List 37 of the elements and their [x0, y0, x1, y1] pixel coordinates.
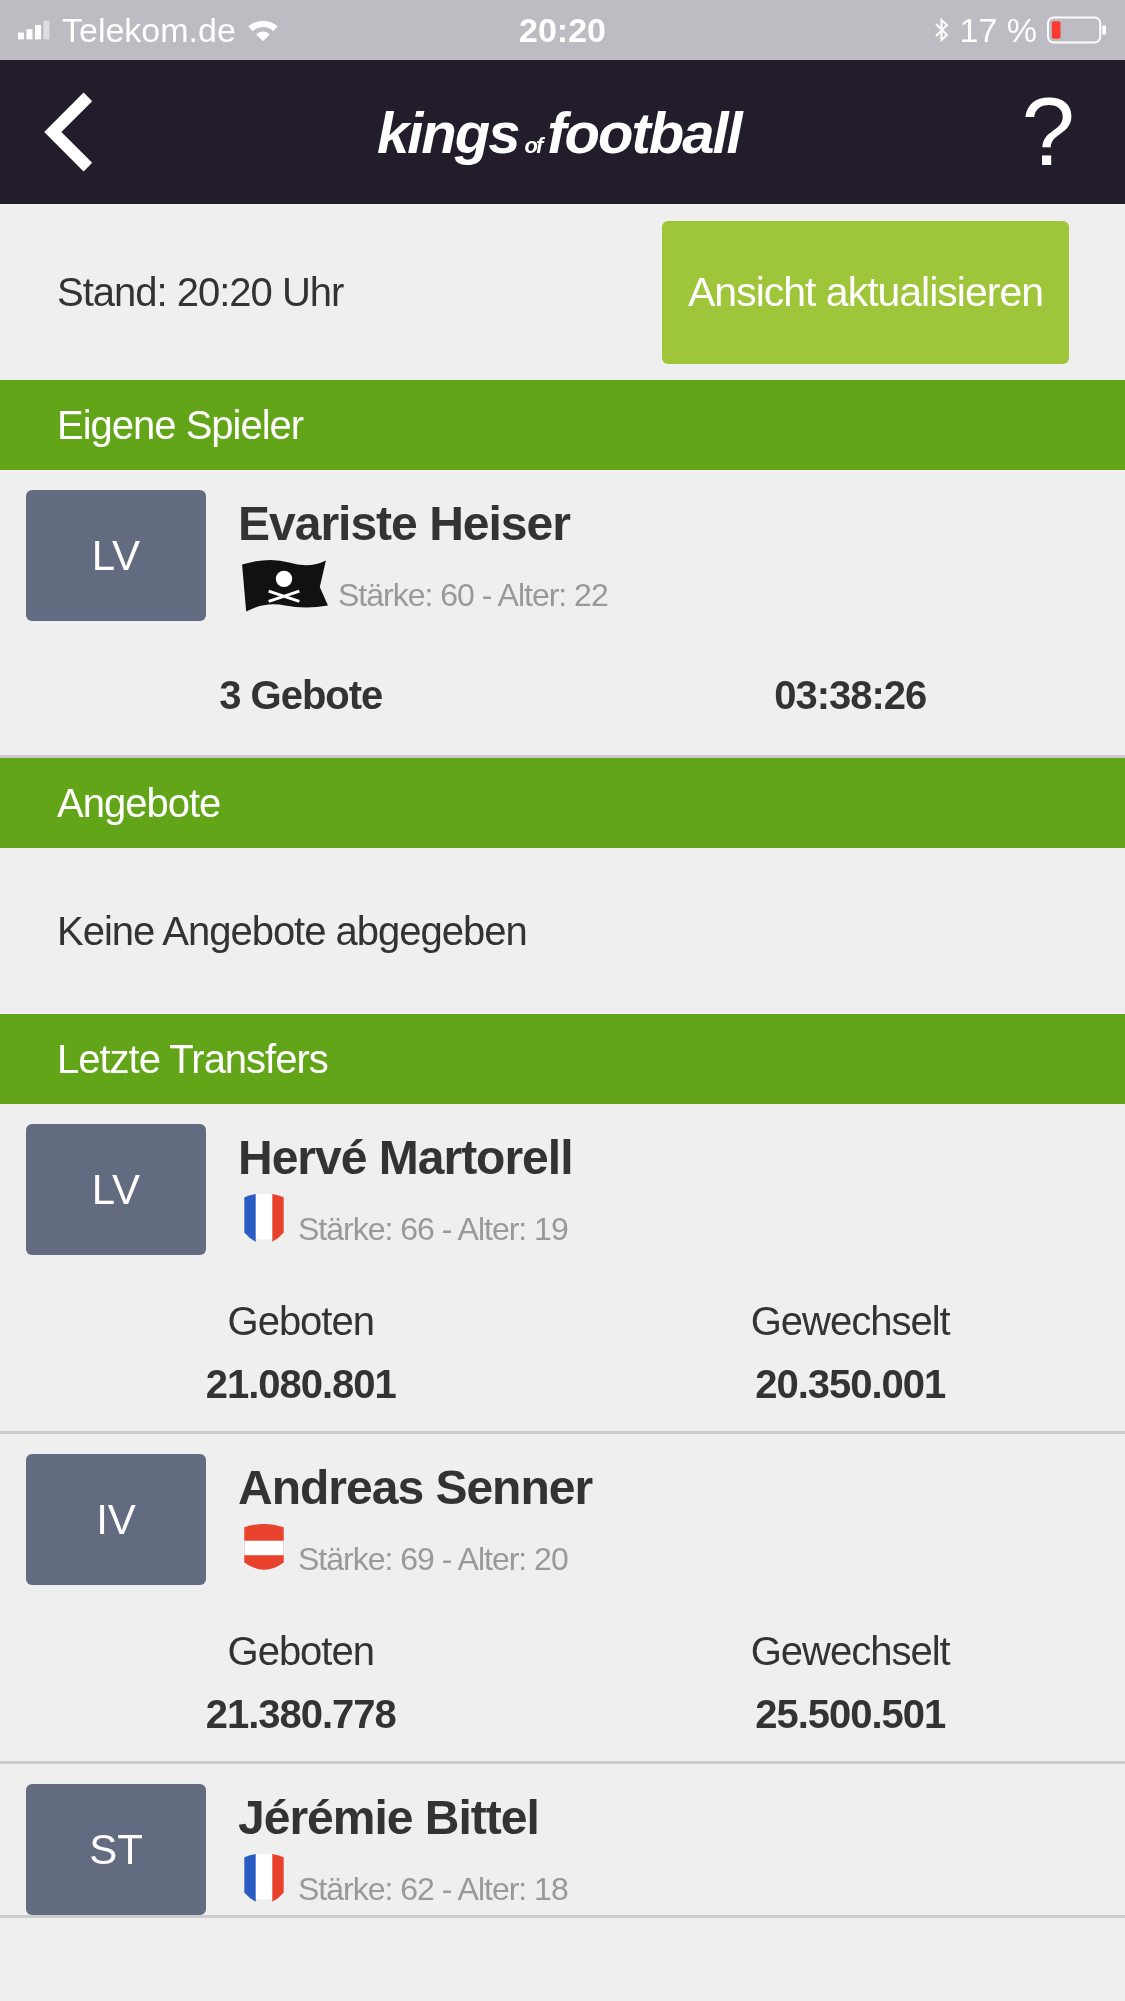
transfer-label: Gewechselt — [750, 1299, 950, 1344]
bid-amount: 21.080.801 — [205, 1362, 396, 1407]
section-header: Letzte Transfers — [0, 1014, 1125, 1104]
position-badge: ST — [26, 1784, 206, 1915]
remaining-time: 03:38:26 — [773, 672, 928, 718]
empty-message: Keine Angebote abgegeben — [57, 908, 527, 954]
transfer-label: Gewechselt — [750, 1629, 950, 1674]
logo-text: of — [524, 132, 542, 159]
section-header: Angebote — [0, 758, 1125, 848]
clock-time: 20:20 — [519, 10, 606, 50]
bluetooth-icon — [933, 16, 950, 44]
signal-icon — [18, 19, 52, 41]
transfer-amount: 25.500.501 — [755, 1692, 946, 1737]
position-badge: LV — [26, 490, 206, 621]
player-stats: Stärke: 60 - Alter: 22 — [338, 577, 608, 614]
transfer-amount: 20.350.001 — [755, 1362, 946, 1407]
player-name[interactable]: Evariste Heiser — [238, 496, 608, 551]
bid-label: Geboten — [227, 1299, 374, 1344]
position-badge: LV — [26, 1124, 206, 1255]
logo-text: football — [547, 98, 741, 166]
battery-icon — [1047, 16, 1107, 44]
bid-amount: 21.380.778 — [205, 1692, 396, 1737]
player-stats: Stärke: 66 - Alter: 19 — [298, 1211, 568, 1248]
player-stats: Stärke: 62 - Alter: 18 — [298, 1871, 568, 1908]
battery-percentage: 17 % — [959, 10, 1037, 50]
section-header: Eigene Spieler — [0, 380, 1125, 470]
player-name[interactable]: Hervé Martorell — [238, 1130, 573, 1185]
bid-label: Geboten — [227, 1629, 374, 1674]
bid-count: 3 Gebote — [218, 672, 384, 718]
carrier-name: Telekom.de — [62, 10, 236, 50]
player-stats: Stärke: 69 - Alter: 20 — [298, 1541, 568, 1578]
player-name[interactable]: Andreas Senner — [238, 1460, 593, 1515]
logo-text: kings — [376, 98, 519, 166]
update-time: Stand: 20:20 Uhr — [57, 269, 344, 315]
position-badge: IV — [26, 1454, 206, 1585]
player-name[interactable]: Jérémie Bittel — [238, 1790, 568, 1845]
help-button[interactable]: ? — [1021, 77, 1075, 187]
